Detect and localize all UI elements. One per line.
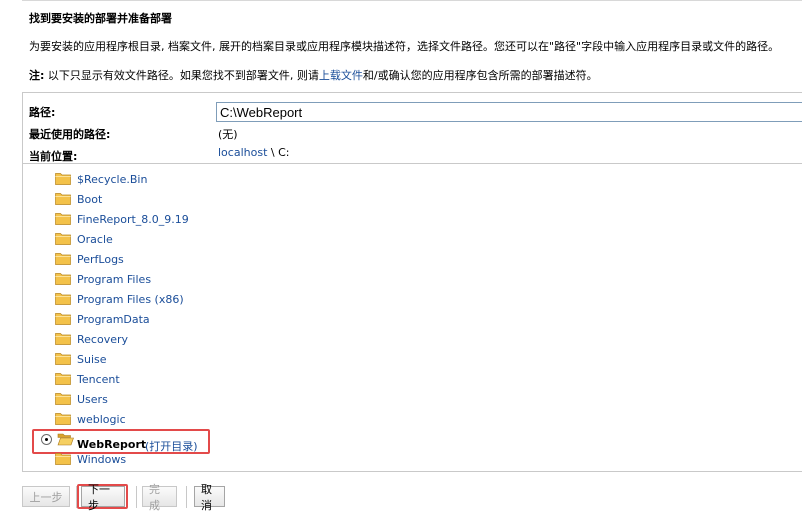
folder-item-label[interactable]: Boot: [77, 193, 102, 206]
folder-icon: [55, 253, 71, 265]
file-browser-panel: 路径: 最近使用的路径: (无) 当前位置: localhost \ C: $R…: [22, 92, 802, 472]
selected-folder-name: WebReport: [77, 438, 147, 451]
folder-icon: [55, 413, 71, 425]
path-input[interactable]: [216, 102, 802, 122]
folder-item-label[interactable]: Users: [77, 393, 108, 406]
panel-divider: [23, 163, 802, 164]
folder-icon: [55, 353, 71, 365]
top-divider: [22, 0, 802, 1]
folder-icon: [55, 293, 71, 305]
location-separator: \: [267, 146, 279, 159]
cancel-button[interactable]: 取消: [194, 483, 225, 512]
folder-item-label[interactable]: Program Files (x86): [77, 293, 184, 306]
selected-radio[interactable]: [41, 434, 52, 445]
recent-paths-label: 最近使用的路径:: [29, 128, 111, 141]
next-button[interactable]: 下一步: [81, 483, 125, 512]
folder-icon: [55, 173, 71, 185]
folder-item-label[interactable]: $Recycle.Bin: [77, 173, 147, 186]
button-separator: [186, 486, 187, 508]
folder-item-label[interactable]: Program Files: [77, 273, 151, 286]
path-label: 路径:: [29, 106, 56, 119]
back-button[interactable]: 上一步: [22, 486, 70, 507]
folder-icon: [55, 313, 71, 325]
note-text-after: 和/或确认您的应用程序包含所需的部署描述符。: [362, 69, 598, 82]
folder-icon: [55, 393, 71, 405]
location-drive: C:: [278, 146, 290, 159]
folder-item-label[interactable]: Tencent: [77, 373, 120, 386]
current-location-value: localhost \ C:: [218, 146, 289, 159]
folder-item-label[interactable]: Oracle: [77, 233, 113, 246]
recent-paths-row: 最近使用的路径: (无): [23, 125, 802, 147]
note-text: 注: 以下只显示有效文件路径。如果您找不到部署文件, 则请上载文件和/或确认您的…: [29, 67, 598, 83]
path-row: 路径:: [23, 97, 802, 122]
button-separator: [136, 486, 137, 508]
open-folder-icon: [57, 433, 74, 446]
page-heading: 找到要安装的部署并准备部署: [29, 12, 172, 25]
folder-item-label[interactable]: weblogic: [77, 413, 126, 426]
instructions-text: 为要安装的应用程序根目录, 档案文件, 展开的档案目录或应用程序模块描述符，选择…: [29, 40, 780, 53]
folder-icon: [55, 213, 71, 225]
folder-icon: [55, 373, 71, 385]
folder-icon: [55, 453, 71, 465]
folder-item-label[interactable]: Windows: [77, 453, 126, 466]
localhost-link[interactable]: localhost: [218, 146, 267, 159]
folder-item-label[interactable]: Recovery: [77, 333, 128, 346]
folder-icon: [55, 193, 71, 205]
folder-icon: [55, 233, 71, 245]
current-location-label: 当前位置:: [29, 150, 78, 163]
folder-icon: [55, 273, 71, 285]
folder-item-label[interactable]: PerfLogs: [77, 253, 124, 266]
folder-item-label[interactable]: Suise: [77, 353, 107, 366]
note-prefix: 注:: [29, 69, 45, 82]
current-location-row: 当前位置: localhost \ C:: [23, 146, 802, 168]
folder-item-label[interactable]: FineReport_8.0_9.19: [77, 213, 189, 226]
folder-icon: [55, 333, 71, 345]
open-directory-link[interactable]: (打开目录): [145, 438, 198, 454]
recent-paths-value: (无): [218, 128, 238, 141]
upload-file-link[interactable]: 上载文件: [319, 69, 363, 82]
finish-button[interactable]: 完成: [142, 483, 177, 512]
note-text-before: 以下只显示有效文件路径。如果您找不到部署文件, 则请: [44, 69, 319, 82]
folder-item-label[interactable]: ProgramData: [77, 313, 150, 326]
